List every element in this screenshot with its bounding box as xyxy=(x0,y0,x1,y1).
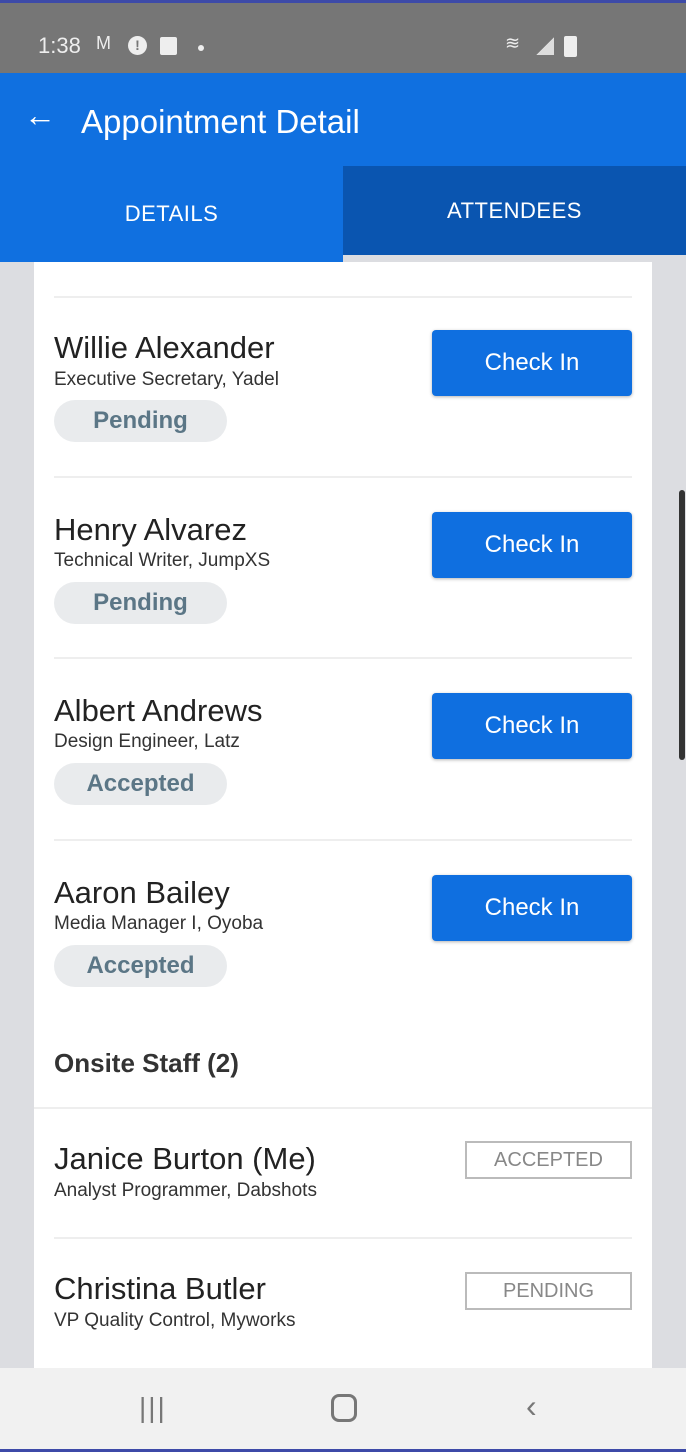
status-badge: Pending xyxy=(54,400,227,442)
attendee-row: Albert Andrews Design Engineer, Latz Acc… xyxy=(54,659,632,839)
status-time: 1:38 xyxy=(38,33,81,58)
status-badge: Pending xyxy=(54,582,227,624)
wifi-icon: ≋ xyxy=(505,33,521,53)
check-in-button[interactable]: Check In xyxy=(432,693,632,759)
recent-apps-icon[interactable]: ||| xyxy=(139,1392,167,1424)
attendees-card: Willie Alexander Executive Secretary, Ya… xyxy=(34,262,652,1368)
gmail-icon: M xyxy=(96,33,111,53)
check-in-button[interactable]: Check In xyxy=(432,875,632,941)
status-tag: PENDING xyxy=(465,1272,632,1310)
staff-title: VP Quality Control, Myworks xyxy=(54,1310,296,1331)
battery-charging-icon xyxy=(564,36,577,57)
attendee-name: Aaron Bailey xyxy=(54,875,230,910)
page-title: Appointment Detail xyxy=(81,103,360,140)
tab-attendees[interactable]: ATTENDEES xyxy=(343,166,686,255)
attendee-row: Willie Alexander Executive Secretary, Ya… xyxy=(54,298,632,478)
signal-icon xyxy=(536,37,554,55)
check-in-button[interactable]: Check In xyxy=(432,512,632,578)
app-notification-icon xyxy=(160,37,177,55)
attendee-name: Henry Alvarez xyxy=(54,512,247,547)
attendee-name: Albert Andrews xyxy=(54,693,263,728)
attendee-row: Henry Alvarez Technical Writer, JumpXS P… xyxy=(54,478,632,658)
system-nav-bar: ||| ‹ xyxy=(0,1368,686,1452)
back-icon[interactable]: ‹ xyxy=(526,1388,537,1425)
attendee-title: Executive Secretary, Yadel xyxy=(54,369,279,390)
home-icon[interactable] xyxy=(331,1394,357,1422)
alert-icon: ! xyxy=(128,36,147,55)
back-arrow-icon[interactable]: ← xyxy=(24,99,56,131)
check-in-button[interactable]: Check In xyxy=(432,330,632,396)
status-tag: ACCEPTED xyxy=(465,1141,632,1179)
staff-row: Christina Butler VP Quality Control, Myw… xyxy=(54,1239,632,1367)
status-badge: Accepted xyxy=(54,763,227,805)
tab-details[interactable]: DETAILS xyxy=(0,166,343,262)
app-bar: ← Appointment Detail xyxy=(0,73,686,166)
attendee-title: Design Engineer, Latz xyxy=(54,731,240,752)
staff-title: Analyst Programmer, Dabshots xyxy=(54,1180,317,1201)
attendee-title: Media Manager I, Oyoba xyxy=(54,913,264,934)
staff-row: Janice Burton (Me) Analyst Programmer, D… xyxy=(54,1109,632,1237)
onsite-staff-heading: Onsite Staff (2) xyxy=(54,1048,239,1078)
attendee-title: Technical Writer, JumpXS xyxy=(54,550,271,571)
staff-name: Janice Burton (Me) xyxy=(54,1141,316,1176)
attendee-row: Aaron Bailey Media Manager I, Oyoba Acce… xyxy=(54,841,632,1021)
staff-name: Christina Butler xyxy=(54,1271,266,1306)
status-bar: 1:38 M ! ≋ xyxy=(0,0,686,73)
attendee-name: Willie Alexander xyxy=(54,330,275,365)
scrollbar[interactable] xyxy=(679,490,685,760)
more-notifications-icon xyxy=(198,45,204,51)
status-badge: Accepted xyxy=(54,945,227,987)
